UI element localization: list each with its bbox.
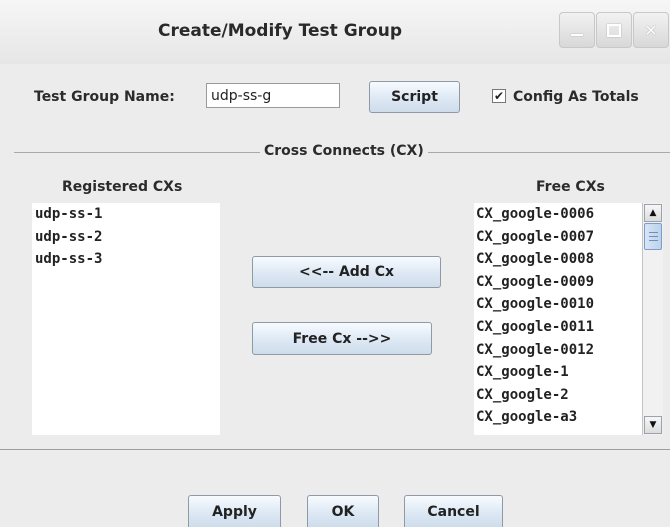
scroll-thumb[interactable] — [644, 223, 662, 250]
script-button[interactable]: Script — [369, 81, 460, 113]
cancel-button[interactable]: Cancel — [404, 495, 503, 527]
list-item[interactable]: udp-ss-1 — [32, 203, 220, 226]
list-item[interactable]: CX_google-2 — [474, 384, 642, 407]
cross-connects-title: Cross Connects (CX) — [260, 143, 428, 159]
arrow-down-icon: ▼ — [649, 420, 657, 430]
list-item[interactable]: udp-ss-2 — [32, 226, 220, 249]
close-button[interactable]: ✕ — [633, 12, 669, 48]
free-cxs-scrollbar[interactable]: ▲ ▼ — [642, 203, 663, 435]
title-bar[interactable]: Create/Modify Test Group ✕ — [0, 0, 670, 64]
footer-divider — [0, 449, 670, 450]
add-cx-button[interactable]: <<-- Add Cx — [252, 256, 441, 288]
minimize-button[interactable] — [559, 12, 595, 48]
minimize-icon — [571, 34, 583, 36]
config-as-totals-label[interactable]: Config As Totals — [513, 89, 639, 105]
window-controls: ✕ — [559, 12, 670, 52]
list-item[interactable]: CX_google-a3 — [474, 406, 642, 429]
maximize-button[interactable] — [596, 12, 632, 48]
list-item[interactable]: udp-ss-3 — [32, 248, 220, 271]
test-group-name-label: Test Group Name: — [34, 89, 175, 105]
arrow-up-icon: ▲ — [649, 208, 657, 218]
list-item[interactable]: CX_google-0008 — [474, 248, 642, 271]
list-item[interactable]: CX_google-1 — [474, 361, 642, 384]
maximize-icon — [607, 23, 621, 37]
registered-cxs-header: Registered CXs — [62, 179, 183, 195]
list-item[interactable]: CX_google-0007 — [474, 226, 642, 249]
scroll-up-button[interactable]: ▲ — [644, 204, 662, 222]
free-cxs-header: Free CXs — [536, 179, 605, 195]
list-item[interactable]: CX_google-0010 — [474, 293, 642, 316]
test-group-name-input[interactable] — [206, 83, 340, 108]
list-item[interactable]: CX_google-0006 — [474, 203, 642, 226]
window-title: Create/Modify Test Group — [157, 21, 403, 41]
free-cx-button[interactable]: Free Cx -->> — [252, 322, 432, 355]
list-item[interactable]: CX_google-0009 — [474, 271, 642, 294]
close-icon: ✕ — [644, 20, 658, 40]
ok-button[interactable]: OK — [307, 495, 379, 527]
apply-button[interactable]: Apply — [188, 495, 281, 527]
free-cxs-list[interactable]: CX_google-0006 CX_google-0007 CX_google-… — [474, 203, 642, 435]
list-item[interactable]: CX_google-0012 — [474, 339, 642, 362]
list-item[interactable]: CX_google-0011 — [474, 316, 642, 339]
scroll-down-button[interactable]: ▼ — [644, 416, 662, 434]
config-as-totals-checkbox[interactable]: ✔ — [492, 89, 506, 103]
registered-cxs-list[interactable]: udp-ss-1 udp-ss-2 udp-ss-3 — [32, 203, 220, 435]
